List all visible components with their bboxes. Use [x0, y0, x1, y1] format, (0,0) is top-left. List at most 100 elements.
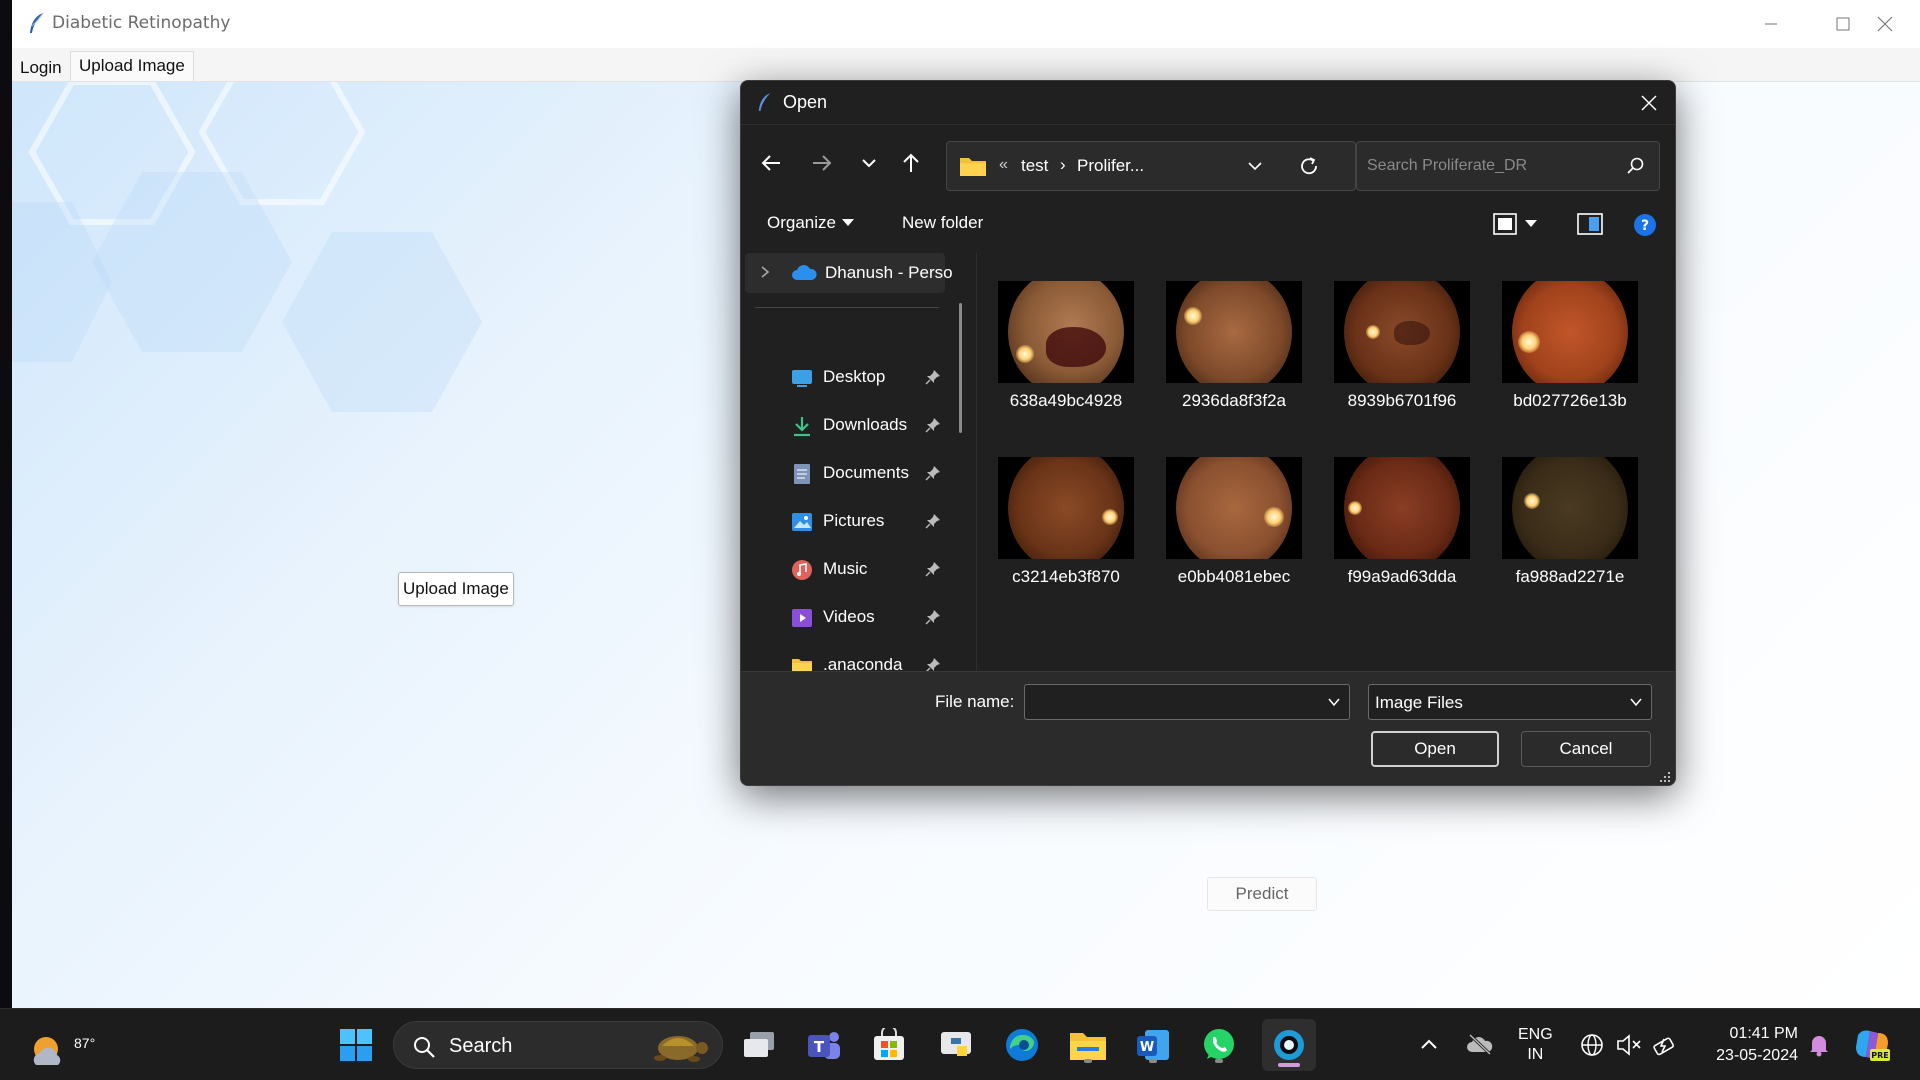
file-type-select[interactable]: Image Files [1368, 684, 1652, 720]
file-item[interactable]: f99a9ad63dda [1314, 429, 1470, 599]
upload-image-button[interactable]: Upload Image [398, 572, 514, 606]
sidebar-item-label: Desktop [823, 367, 886, 386]
file-item[interactable]: bd027726e13b [1482, 253, 1638, 423]
file-item[interactable]: 2936da8f3f2a [1146, 253, 1302, 423]
file-item[interactable]: fa988ad2271e [1482, 429, 1638, 599]
minimize-icon [1765, 23, 1777, 25]
close-window-button[interactable] [1850, 0, 1920, 48]
microsoft-store-button[interactable] [867, 1023, 911, 1067]
pin-icon [925, 562, 940, 577]
up-button[interactable] [893, 145, 929, 181]
dialog-toolbar: Organize New folder ? [741, 203, 1675, 247]
file-item[interactable]: c3214eb3f870 [978, 429, 1134, 599]
sidebar-divider [755, 307, 939, 308]
sidebar-item-label: Videos [823, 607, 875, 626]
copilot-icon[interactable]: PRE [1852, 1027, 1892, 1063]
address-overflow[interactable]: « [999, 156, 1008, 174]
python-tk-app-button[interactable] [1262, 1019, 1316, 1071]
sidebar-item-onedrive[interactable]: Dhanush - Perso [745, 253, 953, 293]
pin-icon [925, 418, 940, 433]
sidebar-item-label: .anaconda [823, 655, 903, 671]
breadcrumb-separator[interactable]: › [1060, 155, 1066, 175]
cancel-button[interactable]: Cancel [1521, 731, 1651, 767]
notification-bell-icon[interactable] [1808, 1033, 1830, 1057]
back-button[interactable] [753, 145, 789, 181]
volume-muted-icon[interactable] [1616, 1033, 1642, 1057]
predict-button[interactable]: Predict [1207, 877, 1317, 911]
sidebar-item-documents[interactable]: Documents [741, 454, 976, 494]
app-titlebar[interactable]: Diabetic Retinopathy [12, 0, 1920, 48]
chevron-down-icon[interactable] [1327, 695, 1341, 709]
battery-charging-icon[interactable] [1652, 1033, 1678, 1057]
navigation-pane: Dhanush - Perso Desktop Downloads Docume… [741, 253, 977, 671]
caret-down-icon [841, 219, 854, 226]
file-type-value: Image Files [1375, 693, 1463, 712]
tab-upload-image[interactable]: Upload Image [70, 51, 194, 81]
active-indicator [1278, 1063, 1300, 1067]
word-app-button[interactable]: W [1131, 1023, 1175, 1067]
chevron-down-icon[interactable] [1247, 158, 1263, 174]
clock-date: 23-05-2024 [1716, 1047, 1798, 1064]
file-item[interactable]: 8939b6701f96 [1314, 253, 1470, 423]
chevron-down-icon [862, 159, 876, 168]
breadcrumb-proliferate[interactable]: Prolifer... [1077, 156, 1144, 176]
svg-text:PRE: PRE [1871, 1051, 1889, 1060]
change-view-button[interactable] [1493, 213, 1537, 235]
start-button[interactable] [334, 1023, 378, 1067]
file-explorer-icon [1070, 1033, 1106, 1060]
address-bar[interactable]: « test › Prolifer... [946, 141, 1356, 191]
recent-locations-button[interactable] [851, 145, 887, 181]
clock[interactable]: 01:41 PM 23-05-2024 [1700, 1023, 1798, 1067]
turtle-illustration-icon [654, 1036, 708, 1062]
sidebar-item-pictures[interactable]: Pictures [741, 502, 976, 542]
preview-pane-icon[interactable] [1577, 213, 1603, 235]
sidebar-item-videos[interactable]: Videos [741, 598, 976, 638]
arrow-up-icon [903, 153, 919, 172]
new-folder-button[interactable]: New folder [902, 213, 983, 233]
search-box[interactable] [1356, 141, 1660, 191]
file-name-input[interactable] [1031, 689, 1311, 715]
network-globe-icon[interactable] [1580, 1033, 1604, 1057]
file-item[interactable]: 638a49bc4928 [978, 253, 1134, 423]
task-view-button[interactable] [737, 1023, 781, 1067]
taskbar-search[interactable]: Search [393, 1021, 723, 1069]
tab-login[interactable]: Login [12, 54, 70, 84]
svg-text:W: W [1140, 1040, 1154, 1055]
show-hidden-icons-icon[interactable] [1420, 1037, 1438, 1051]
folder-icon [792, 659, 812, 671]
onedrive-offline-icon[interactable] [1466, 1033, 1494, 1055]
resize-grip-icon[interactable] [1659, 771, 1671, 783]
app-title: Diabetic Retinopathy [52, 13, 231, 33]
retina-thumbnail [998, 457, 1134, 559]
edge-browser-button[interactable] [1000, 1023, 1044, 1067]
sidebar-item-music[interactable]: Music [741, 550, 976, 590]
app-menubar: Login Upload Image [12, 48, 1920, 82]
weather-temperature: 87° [74, 1035, 96, 1051]
breadcrumb-test[interactable]: test [1021, 156, 1048, 176]
sidebar-item-label: Downloads [823, 415, 908, 434]
input-language-indicator[interactable]: ENG IN [1518, 1025, 1553, 1065]
file-item[interactable]: e0bb4081ebec [1146, 429, 1302, 599]
refresh-icon[interactable] [1297, 154, 1321, 178]
whatsapp-app-button[interactable] [1197, 1023, 1241, 1067]
python-app-button[interactable] [935, 1023, 979, 1067]
weather-widget[interactable]: 87° [26, 1023, 95, 1069]
sidebar-item-anaconda[interactable]: .anaconda [741, 646, 976, 671]
search-input[interactable] [1367, 152, 1617, 180]
retina-thumbnail [1334, 281, 1470, 383]
file-explorer-button[interactable] [1066, 1023, 1110, 1067]
sidebar-item-desktop[interactable]: Desktop [741, 358, 976, 398]
help-icon[interactable]: ? [1633, 213, 1657, 237]
forward-button[interactable] [804, 145, 840, 181]
dialog-titlebar[interactable]: Open [741, 81, 1675, 125]
retina-thumbnail [1166, 281, 1302, 383]
open-button[interactable]: Open [1371, 731, 1499, 767]
teams-app-button[interactable]: T [802, 1023, 846, 1067]
sidebar-item-downloads[interactable]: Downloads [741, 406, 976, 446]
organize-button[interactable]: Organize [767, 213, 854, 233]
dialog-close-button[interactable] [1633, 87, 1665, 119]
minimize-button[interactable] [1736, 0, 1806, 48]
svg-text:T: T [814, 1038, 825, 1056]
edge-icon [1006, 1029, 1038, 1061]
file-name-combobox[interactable] [1024, 684, 1350, 720]
